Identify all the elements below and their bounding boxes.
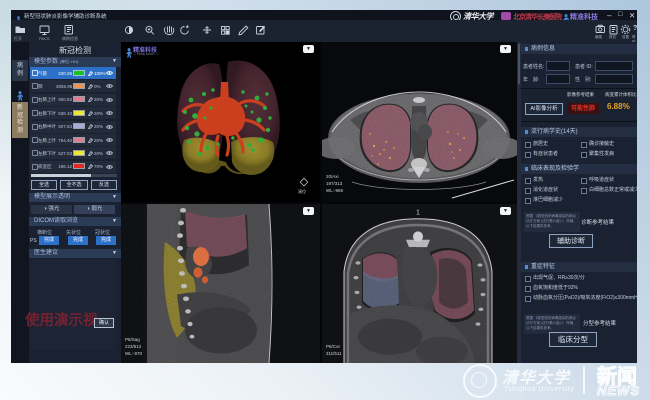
svg-text:1: 1	[416, 208, 420, 216]
